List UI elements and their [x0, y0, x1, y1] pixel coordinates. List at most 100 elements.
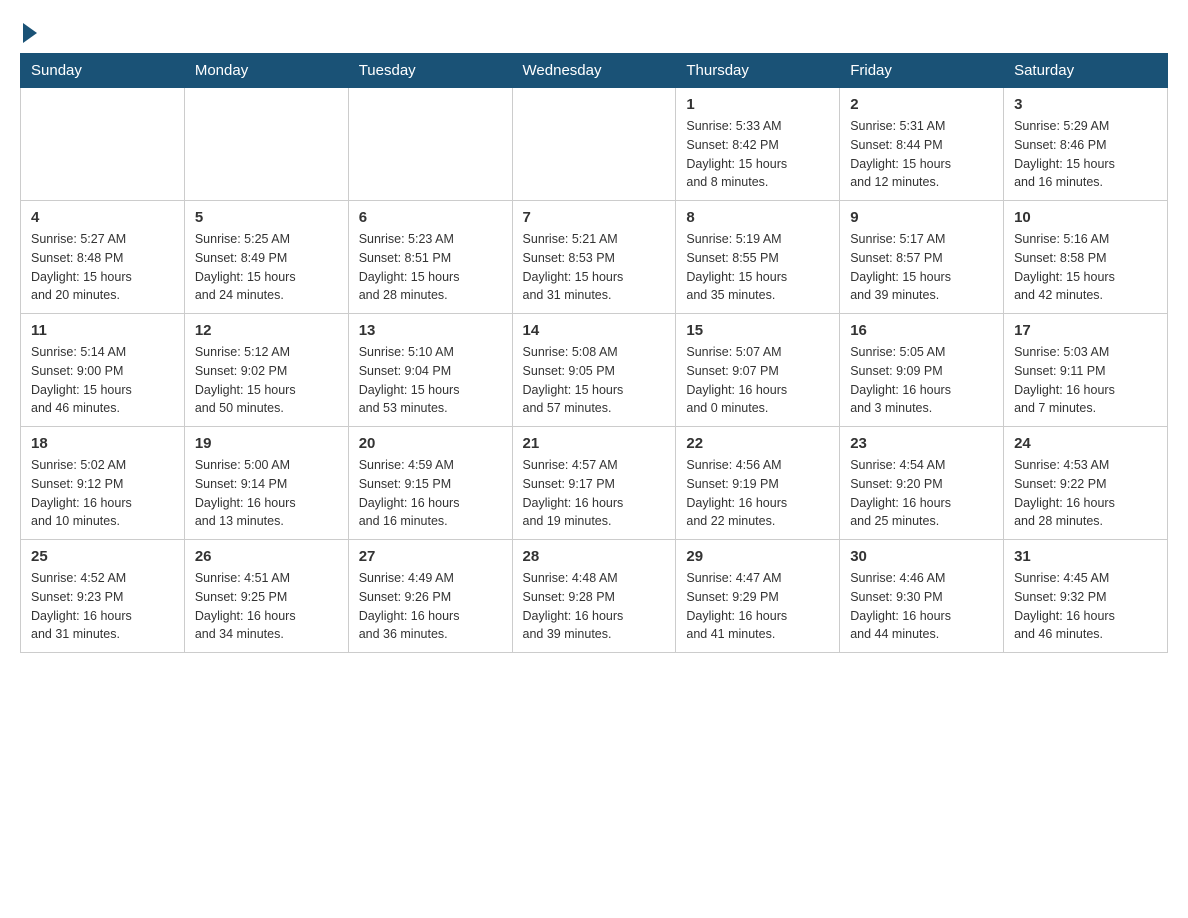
calendar-cell: 10 Sunrise: 5:16 AM Sunset: 8:58 PM Dayli… [1004, 201, 1168, 314]
day-number: 23 [850, 435, 993, 452]
calendar-cell: 17 Sunrise: 5:03 AM Sunset: 9:11 PM Dayli… [1004, 314, 1168, 427]
day-number: 4 [31, 209, 174, 226]
column-header-friday: Friday [840, 54, 1004, 88]
day-info: Sunrise: 4:52 AM Sunset: 9:23 PM Dayligh… [31, 569, 174, 644]
calendar-cell: 11 Sunrise: 5:14 AM Sunset: 9:00 PM Dayli… [21, 314, 185, 427]
day-number: 10 [1014, 209, 1157, 226]
calendar-cell [21, 88, 185, 201]
day-info: Sunrise: 4:51 AM Sunset: 9:25 PM Dayligh… [195, 569, 338, 644]
calendar-week-row: 18 Sunrise: 5:02 AM Sunset: 9:12 PM Dayli… [21, 427, 1168, 540]
day-info: Sunrise: 5:03 AM Sunset: 9:11 PM Dayligh… [1014, 343, 1157, 418]
column-header-wednesday: Wednesday [512, 54, 676, 88]
day-number: 26 [195, 548, 338, 565]
column-header-sunday: Sunday [21, 54, 185, 88]
day-info: Sunrise: 5:25 AM Sunset: 8:49 PM Dayligh… [195, 230, 338, 305]
column-header-saturday: Saturday [1004, 54, 1168, 88]
day-info: Sunrise: 5:27 AM Sunset: 8:48 PM Dayligh… [31, 230, 174, 305]
day-number: 22 [686, 435, 829, 452]
calendar-cell: 28 Sunrise: 4:48 AM Sunset: 9:28 PM Dayli… [512, 540, 676, 653]
day-info: Sunrise: 5:05 AM Sunset: 9:09 PM Dayligh… [850, 343, 993, 418]
day-number: 8 [686, 209, 829, 226]
calendar-week-row: 4 Sunrise: 5:27 AM Sunset: 8:48 PM Daylig… [21, 201, 1168, 314]
calendar-cell: 9Sunrise: 5:17 AM Sunset: 8:57 PM Daylig… [840, 201, 1004, 314]
day-number: 25 [31, 548, 174, 565]
column-header-thursday: Thursday [676, 54, 840, 88]
calendar-cell: 4 Sunrise: 5:27 AM Sunset: 8:48 PM Daylig… [21, 201, 185, 314]
calendar-cell: 31 Sunrise: 4:45 AM Sunset: 9:32 PM Dayli… [1004, 540, 1168, 653]
day-info: Sunrise: 5:17 AM Sunset: 8:57 PM Dayligh… [850, 230, 993, 305]
day-number: 31 [1014, 548, 1157, 565]
day-number: 27 [359, 548, 502, 565]
day-number: 3 [1014, 96, 1157, 113]
day-number: 17 [1014, 322, 1157, 339]
calendar-cell [184, 88, 348, 201]
calendar-cell: 12 Sunrise: 5:12 AM Sunset: 9:02 PM Dayli… [184, 314, 348, 427]
column-header-monday: Monday [184, 54, 348, 88]
day-number: 13 [359, 322, 502, 339]
day-info: Sunrise: 5:07 AM Sunset: 9:07 PM Dayligh… [686, 343, 829, 418]
calendar-cell [512, 88, 676, 201]
day-number: 16 [850, 322, 993, 339]
day-info: Sunrise: 5:19 AM Sunset: 8:55 PM Dayligh… [686, 230, 829, 305]
calendar-cell: 19 Sunrise: 5:00 AM Sunset: 9:14 PM Dayli… [184, 427, 348, 540]
day-number: 21 [523, 435, 666, 452]
day-info: Sunrise: 5:29 AM Sunset: 8:46 PM Dayligh… [1014, 117, 1157, 192]
calendar-cell [348, 88, 512, 201]
day-number: 1 [686, 96, 829, 113]
calendar-cell: 24 Sunrise: 4:53 AM Sunset: 9:22 PM Dayli… [1004, 427, 1168, 540]
calendar-cell: 1 Sunrise: 5:33 AM Sunset: 8:42 PM Daylig… [676, 88, 840, 201]
day-number: 11 [31, 322, 174, 339]
calendar-cell: 8 Sunrise: 5:19 AM Sunset: 8:55 PM Daylig… [676, 201, 840, 314]
day-number: 12 [195, 322, 338, 339]
day-info: Sunrise: 5:16 AM Sunset: 8:58 PM Dayligh… [1014, 230, 1157, 305]
day-info: Sunrise: 4:56 AM Sunset: 9:19 PM Dayligh… [686, 456, 829, 531]
day-info: Sunrise: 4:45 AM Sunset: 9:32 PM Dayligh… [1014, 569, 1157, 644]
day-info: Sunrise: 4:54 AM Sunset: 9:20 PM Dayligh… [850, 456, 993, 531]
day-info: Sunrise: 4:47 AM Sunset: 9:29 PM Dayligh… [686, 569, 829, 644]
calendar-cell: 21 Sunrise: 4:57 AM Sunset: 9:17 PM Dayli… [512, 427, 676, 540]
day-number: 15 [686, 322, 829, 339]
calendar-cell: 26 Sunrise: 4:51 AM Sunset: 9:25 PM Dayli… [184, 540, 348, 653]
calendar-cell: 7 Sunrise: 5:21 AM Sunset: 8:53 PM Daylig… [512, 201, 676, 314]
day-number: 2 [850, 96, 993, 113]
day-info: Sunrise: 4:46 AM Sunset: 9:30 PM Dayligh… [850, 569, 993, 644]
day-number: 7 [523, 209, 666, 226]
calendar-cell: 15 Sunrise: 5:07 AM Sunset: 9:07 PM Dayli… [676, 314, 840, 427]
day-number: 24 [1014, 435, 1157, 452]
day-number: 14 [523, 322, 666, 339]
calendar-cell: 14Sunrise: 5:08 AM Sunset: 9:05 PM Dayli… [512, 314, 676, 427]
day-number: 18 [31, 435, 174, 452]
day-number: 28 [523, 548, 666, 565]
day-info: Sunrise: 4:53 AM Sunset: 9:22 PM Dayligh… [1014, 456, 1157, 531]
day-info: Sunrise: 5:21 AM Sunset: 8:53 PM Dayligh… [523, 230, 666, 305]
day-info: Sunrise: 5:14 AM Sunset: 9:00 PM Dayligh… [31, 343, 174, 418]
calendar-cell: 20 Sunrise: 4:59 AM Sunset: 9:15 PM Dayli… [348, 427, 512, 540]
calendar-cell: 3 Sunrise: 5:29 AM Sunset: 8:46 PM Daylig… [1004, 88, 1168, 201]
day-info: Sunrise: 5:12 AM Sunset: 9:02 PM Dayligh… [195, 343, 338, 418]
logo [20, 20, 37, 43]
day-number: 6 [359, 209, 502, 226]
calendar-cell: 27Sunrise: 4:49 AM Sunset: 9:26 PM Dayli… [348, 540, 512, 653]
day-info: Sunrise: 5:33 AM Sunset: 8:42 PM Dayligh… [686, 117, 829, 192]
calendar-cell: 18 Sunrise: 5:02 AM Sunset: 9:12 PM Dayli… [21, 427, 185, 540]
day-number: 20 [359, 435, 502, 452]
day-info: Sunrise: 4:57 AM Sunset: 9:17 PM Dayligh… [523, 456, 666, 531]
calendar-cell: 5 Sunrise: 5:25 AM Sunset: 8:49 PM Daylig… [184, 201, 348, 314]
day-info: Sunrise: 5:02 AM Sunset: 9:12 PM Dayligh… [31, 456, 174, 531]
calendar-cell: 2Sunrise: 5:31 AM Sunset: 8:44 PM Daylig… [840, 88, 1004, 201]
calendar-week-row: 25 Sunrise: 4:52 AM Sunset: 9:23 PM Dayli… [21, 540, 1168, 653]
day-info: Sunrise: 5:00 AM Sunset: 9:14 PM Dayligh… [195, 456, 338, 531]
day-number: 5 [195, 209, 338, 226]
day-info: Sunrise: 5:23 AM Sunset: 8:51 PM Dayligh… [359, 230, 502, 305]
day-info: Sunrise: 4:48 AM Sunset: 9:28 PM Dayligh… [523, 569, 666, 644]
day-number: 29 [686, 548, 829, 565]
day-info: Sunrise: 4:59 AM Sunset: 9:15 PM Dayligh… [359, 456, 502, 531]
day-number: 19 [195, 435, 338, 452]
calendar-header-row: SundayMondayTuesdayWednesdayThursdayFrid… [21, 54, 1168, 88]
calendar-cell: 25 Sunrise: 4:52 AM Sunset: 9:23 PM Dayli… [21, 540, 185, 653]
calendar-table: SundayMondayTuesdayWednesdayThursdayFrid… [20, 53, 1168, 653]
calendar-cell: 13Sunrise: 5:10 AM Sunset: 9:04 PM Dayli… [348, 314, 512, 427]
calendar-week-row: 11 Sunrise: 5:14 AM Sunset: 9:00 PM Dayli… [21, 314, 1168, 427]
calendar-cell: 23 Sunrise: 4:54 AM Sunset: 9:20 PM Dayli… [840, 427, 1004, 540]
day-number: 30 [850, 548, 993, 565]
